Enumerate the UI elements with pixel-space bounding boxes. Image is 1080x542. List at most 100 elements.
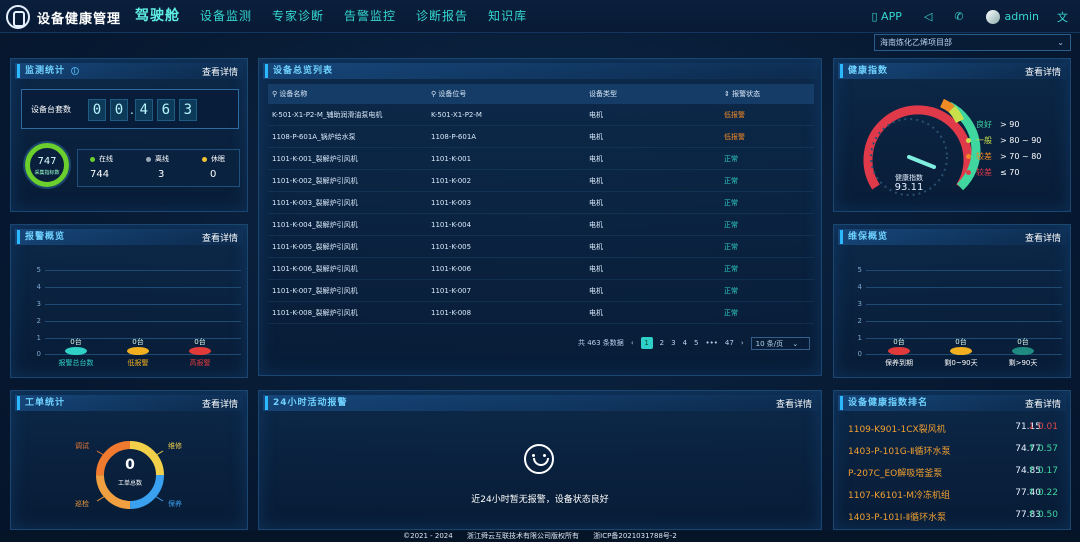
monitor-detail-link[interactable]: 查看详情 xyxy=(202,65,238,78)
language-icon[interactable]: 文 xyxy=(1057,9,1068,25)
col-header-type: 设备类型 xyxy=(589,90,617,98)
segment-label: 维修 xyxy=(168,442,182,450)
maintenance-detail-link[interactable]: 查看详情 xyxy=(1025,231,1061,244)
col-header-name[interactable]: ⚲ 设备名称 xyxy=(268,84,431,104)
indicator-ring: 747 采集指标数 xyxy=(25,143,69,187)
grid-line xyxy=(45,270,241,271)
legend-poor: 较差 > 70 ~ 80 xyxy=(966,151,1041,162)
legend-name: 较差 xyxy=(976,168,992,177)
table-row[interactable]: 1101-K-004_裂解炉引风机 1101-K-004 电机 正常 xyxy=(268,214,814,236)
offline-dot-icon xyxy=(146,156,151,162)
app-download-link[interactable]: ▯ APP xyxy=(871,10,901,23)
nav-expert-diagnosis[interactable]: 专家诊断 xyxy=(262,0,334,33)
nav-diagnosis-report[interactable]: 诊断报告 xyxy=(406,0,478,33)
table-row[interactable]: 1101-K-007_裂解炉引风机 1101-K-007 电机 正常 xyxy=(268,280,814,302)
top-header: 设备健康管理 驾驶舱 设备监测 专家诊断 告警监控 诊断报告 知识库 ▯ APP… xyxy=(0,0,1080,33)
alarm-chart: 5 4 3 2 1 0 0台 0台 0台 报警总台数 低报警 高报警 xyxy=(11,225,249,379)
segment-label: 保养 xyxy=(168,500,182,508)
y-tick: 0 xyxy=(36,350,41,358)
sleep-dot-icon xyxy=(202,156,207,162)
stat-sleep: 休眠 0 xyxy=(202,154,225,180)
page-size-select[interactable]: 10 条/页 ⌄ xyxy=(750,336,811,350)
ranking-detail-link[interactable]: 查看详情 xyxy=(1025,397,1061,410)
table-row[interactable]: K-501-X1-P2-M_辅助润滑油泵电机 K-501-X1-P2-M 电机 低报警 xyxy=(268,104,814,126)
y-tick: 4 xyxy=(857,283,862,291)
table-row[interactable]: 1101-K-005_裂解炉引风机 1101-K-005 电机 正常 xyxy=(268,236,814,258)
monitor-panel: 监测统计 i 查看详情 设备台套数 0 0 . 4 6 3 747 采集指标数 在… xyxy=(10,58,248,212)
y-tick: 1 xyxy=(857,334,862,342)
table-cell: 电机 xyxy=(589,133,603,141)
y-tick: 1 xyxy=(36,334,41,342)
segment-label: 巡检 xyxy=(75,500,89,508)
nav-device-monitor[interactable]: 设备监测 xyxy=(190,0,262,33)
table-cell: 正常 xyxy=(724,155,738,163)
legend-range: > 80 ~ 90 xyxy=(1000,136,1042,145)
ranking-item[interactable]: 1403-P-101G-Ⅱ循环水泵 74.77 ↑ 0.57 xyxy=(848,444,1058,458)
table-cell: 正常 xyxy=(724,177,738,185)
ranking-item[interactable]: 1107-K6101-M冷冻机组 77.40 ↑ 0.22 xyxy=(848,488,1058,502)
col-status-label: 报警状态 xyxy=(732,90,761,98)
table-cell: 1101-K-008_裂解炉引风机 xyxy=(272,309,358,317)
y-tick: 0 xyxy=(857,350,862,358)
ranking-item[interactable]: 1109-K901-1CX裂风机 71.15 ↓ 0.01 xyxy=(848,422,1058,436)
col-header-tag[interactable]: ⚲ 设备位号 xyxy=(431,84,589,104)
notification-icon[interactable]: ◁ xyxy=(924,10,932,23)
page-button[interactable]: 3 xyxy=(671,339,675,347)
bar-over-90 xyxy=(1012,347,1034,355)
y-tick: 4 xyxy=(36,283,41,291)
page-button[interactable]: 5 xyxy=(694,339,698,347)
next-page-button[interactable]: › xyxy=(741,339,744,347)
page-button[interactable]: 4 xyxy=(683,339,687,347)
ranking-item[interactable]: 1403-P-101I-Ⅱ循环水泵 77.83 ↑ 0.50 xyxy=(848,510,1058,524)
table-cell: 1101-K-001 xyxy=(431,155,472,163)
nav-alarm-monitor[interactable]: 告警监控 xyxy=(334,0,406,33)
bar-0-90 xyxy=(950,347,972,355)
avatar[interactable] xyxy=(985,9,1000,24)
workorder-total: 0 xyxy=(125,457,135,473)
col-header-status[interactable]: ⇕ 报警状态 xyxy=(724,84,814,104)
activity-detail-link[interactable]: 查看详情 xyxy=(776,397,812,410)
table-row[interactable]: 1108-P-601A_锅炉给水泵 1108-P-601A 电机 低报警 xyxy=(268,126,814,148)
table-cell: 电机 xyxy=(589,309,603,317)
col-tag-label: 设备位号 xyxy=(438,90,467,98)
bar-label: 剩>90天 xyxy=(1008,359,1038,367)
table-row[interactable]: 1101-K-001_裂解炉引风机 1101-K-001 电机 正常 xyxy=(268,148,814,170)
table-cell: 电机 xyxy=(589,155,603,163)
table-row[interactable]: 1101-K-006_裂解炉引风机 1101-K-006 电机 正常 xyxy=(268,258,814,280)
icp-link[interactable]: 浙ICP备2021031788号-2 xyxy=(593,532,677,540)
legend-good: 良好 > 90 xyxy=(966,119,1019,130)
prev-page-button[interactable]: ‹ xyxy=(631,339,634,347)
offline-count: 3 xyxy=(158,169,165,180)
ranking-change: ↑ 0.57 xyxy=(1027,444,1058,454)
device-counter: 设备台套数 0 0 . 4 6 3 xyxy=(21,89,239,129)
offline-label: 离线 xyxy=(155,155,169,163)
grid-line xyxy=(866,287,1062,288)
project-select[interactable]: 海南炼化乙烯项目部 ⌄ xyxy=(874,34,1071,51)
ranking-title: 设备健康指数排名 xyxy=(840,396,928,410)
page-button[interactable]: 47 xyxy=(725,339,734,347)
phone-call-icon[interactable]: ✆ xyxy=(954,10,963,23)
nav-cockpit[interactable]: 驾驶舱 xyxy=(125,0,190,33)
nav-knowledge-base[interactable]: 知识库 xyxy=(478,0,537,33)
online-label: 在线 xyxy=(99,155,113,163)
ranking-device-name: 1403-P-101G-Ⅱ循环水泵 xyxy=(848,447,951,457)
grid-line xyxy=(45,304,241,305)
info-icon[interactable]: i xyxy=(71,66,80,75)
grid-line xyxy=(866,304,1062,305)
bar-label: 报警总台数 xyxy=(58,359,94,367)
table-cell: 1101-K-007_裂解炉引风机 xyxy=(272,287,358,295)
table-cell: 电机 xyxy=(589,199,603,207)
page-button[interactable]: 2 xyxy=(660,339,664,347)
page-button[interactable]: 1 xyxy=(640,337,653,349)
table-row[interactable]: 1101-K-003_裂解炉引风机 1101-K-003 电机 正常 xyxy=(268,192,814,214)
table-row[interactable]: 1101-K-008_裂解炉引风机 1101-K-008 电机 正常 xyxy=(268,302,814,324)
ranking-item[interactable]: P-207C_EO解吸塔釜泵 74.85 ↑ 0.17 xyxy=(848,466,1058,480)
table-row[interactable]: 1101-K-002_裂解炉引风机 1101-K-002 电机 正常 xyxy=(268,170,814,192)
user-name[interactable]: admin xyxy=(1005,10,1039,23)
legend-range: > 70 ~ 80 xyxy=(1000,152,1042,161)
legend-fair: 一般 > 80 ~ 90 xyxy=(966,135,1041,146)
legend-bad: 较差 ≤ 70 xyxy=(966,167,1019,178)
ranking-device-name: 1107-K6101-M冷冻机组 xyxy=(848,491,950,501)
legend-dot-icon xyxy=(966,154,971,159)
page-ellipsis[interactable]: ••• xyxy=(706,339,718,347)
